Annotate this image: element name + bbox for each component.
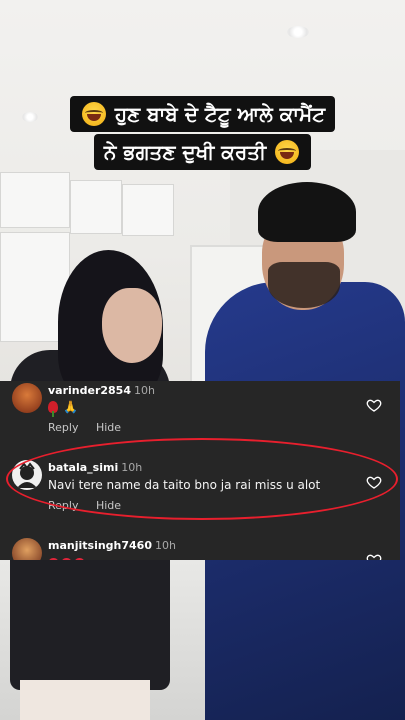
avatar[interactable] xyxy=(12,383,42,413)
caption-line-2-wrapper: ਨੇ ਭਗਤਣ ਦੁਖੀ ਕਰਤੀ xyxy=(0,134,405,170)
comment-actions: Reply Hide xyxy=(48,421,135,434)
caption-text-1: ਹੁਣ ਬਾਬੇ ਦੇ ਟੈਟੂ ਆਲੇ ਕਾਮੈਂਟ xyxy=(114,102,326,126)
hide-button[interactable]: Hide xyxy=(96,421,121,434)
comment-text xyxy=(48,556,87,560)
comment-text: 🙏 xyxy=(48,400,78,417)
comment-actions: Reply Hide xyxy=(48,499,135,512)
kitchen-cabinet xyxy=(122,184,174,236)
heart-icon[interactable] xyxy=(366,552,382,560)
caption-line-1: ਹੁਣ ਬਾਬੇ ਦੇ ਟੈਟੂ ਆਲੇ ਕਾਮੈਂਟ xyxy=(69,96,336,132)
red-heart-emoji-icon xyxy=(61,558,72,560)
caption-text-2: ਨੇ ਭਗਤਣ ਦੁਖੀ ਕਰਤੀ xyxy=(103,140,267,164)
man-beard xyxy=(268,262,340,308)
heart-icon[interactable] xyxy=(366,397,382,413)
avatar[interactable] xyxy=(12,538,42,560)
red-heart-emoji-icon xyxy=(74,558,85,560)
kitchen-cabinet xyxy=(0,172,70,228)
comment-time: 10h xyxy=(154,539,176,552)
folded-hands-emoji-icon: 🙏 xyxy=(63,400,78,414)
red-heart-emoji-icon xyxy=(48,558,59,560)
comment-username[interactable]: manjitsingh7460 10h xyxy=(48,539,176,552)
caption-line-1-wrapper: ਹੁਣ ਬਾਬੇ ਦੇ ਟੈਟੂ ਆਲੇ ਕਾਮੈਂਟ xyxy=(0,96,405,132)
reply-button[interactable]: Reply xyxy=(48,499,78,512)
laughing-emoji-icon xyxy=(81,102,106,126)
laughing-emoji-icon xyxy=(275,140,300,164)
comment-username[interactable]: varinder2854 10h xyxy=(48,384,155,397)
comment-username[interactable]: batala_simi 10h xyxy=(48,461,142,474)
avatar[interactable] xyxy=(12,460,42,490)
comments-overlay: varinder2854 10h 🙏 Reply Hide batala_simi… xyxy=(0,381,400,560)
comment-text: Navi tere name da taito bno ja rai miss … xyxy=(48,478,321,492)
ceiling-light xyxy=(287,26,309,38)
heart-icon[interactable] xyxy=(366,474,382,490)
caption-line-2: ਨੇ ਭਗਤਣ ਦੁਖੀ ਕਰਤੀ xyxy=(93,134,312,170)
woman-face xyxy=(102,288,162,363)
comment-time: 10h xyxy=(121,461,143,474)
comment-time: 10h xyxy=(134,384,155,397)
rose-emoji-icon xyxy=(48,401,58,417)
hide-button[interactable]: Hide xyxy=(96,499,121,512)
woman-pajamas xyxy=(20,680,150,720)
reply-button[interactable]: Reply xyxy=(48,421,78,434)
kitchen-cabinet xyxy=(70,180,122,234)
man-hair xyxy=(258,182,356,242)
